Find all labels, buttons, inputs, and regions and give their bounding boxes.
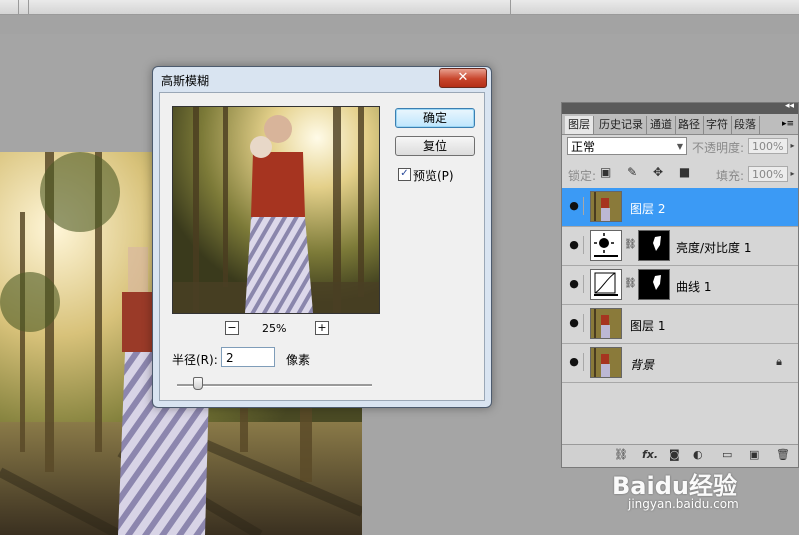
collapse-icon[interactable]: ◂◂ [785,101,794,111]
fill-arrow-icon[interactable]: ▸ [788,166,797,182]
ok-button[interactable]: 确定 [395,108,475,128]
tab-channels[interactable]: 通道 [647,116,676,134]
layer-row[interactable]: ● 图层 1 [562,305,798,344]
layer-name[interactable]: 背景 [630,356,654,373]
adjustment-icon[interactable]: ◐ [693,448,703,461]
tab-history[interactable]: 历史记录 [596,116,647,134]
chevron-down-icon: ▼ [676,142,683,151]
options-separator [28,0,29,14]
layer-mask-thumbnail [638,269,670,300]
tab-paragraph[interactable]: 段落 [731,116,760,134]
baidu-watermark-logo: Baidu经验 [612,472,737,500]
reset-button[interactable]: 复位 [395,136,475,156]
layer-row[interactable]: ● 图层 2 [562,188,798,227]
tab-paths[interactable]: 路径 [675,116,704,134]
radius-slider-thumb[interactable] [193,377,203,390]
lock-label: 锁定: [568,169,597,183]
zoom-level: 25% [262,322,287,335]
options-separator [510,0,511,14]
fill-label: 填充: [716,169,745,183]
eye-icon[interactable]: ● [565,236,584,254]
trash-icon[interactable]: 🗑︎ [776,448,790,461]
opacity-field[interactable]: 100% [748,138,788,154]
radius-input[interactable]: 2 [221,347,275,367]
layer-row[interactable]: ● ⛓ 亮度/对比度 1 [562,227,798,266]
panel-tabs: 图层 历史记录 通道 路径 字符 段落 ▸≡ [562,114,798,135]
lock-icons[interactable]: ▣ ✎ ✥ ■ [600,165,696,179]
zoom-in-button[interactable]: + [315,321,329,335]
zoom-out-button[interactable]: − [225,321,239,335]
blend-mode-select[interactable]: 正常 ▼ [567,137,687,155]
dialog-title: 高斯模糊 [161,74,210,88]
tab-character[interactable]: 字符 [703,116,732,134]
panel-footer: ⛓ fx. ◙ ◐ ▭ ▣ 🗑︎ [562,444,798,467]
tab-layers[interactable]: 图层 [565,116,594,134]
layer-thumbnail [590,308,622,339]
eye-icon[interactable]: ● [565,275,584,293]
new-layer-icon[interactable]: ▣ [749,448,759,461]
layer-name[interactable]: 图层 2 [630,200,665,217]
layer-name[interactable]: 亮度/对比度 1 [676,239,752,256]
radius-unit: 像素 [286,353,311,367]
lock-icon: 🔒︎ [776,355,782,368]
options-bar [0,0,799,15]
preview-checkbox[interactable]: ✓ [398,168,411,181]
layer-mask-thumbnail [638,230,670,261]
curves-adjustment-icon [590,269,622,300]
eye-icon[interactable]: ● [565,314,584,332]
panel-menu-icon[interactable]: ▸≡ [782,118,794,130]
radius-label: 半径(R): [172,353,218,367]
fill-field[interactable]: 100% [748,166,788,182]
watermark-url: jingyan.baidu.com [628,497,739,511]
fx-icon[interactable]: fx. [642,448,658,461]
radius-slider-track[interactable] [177,384,372,387]
blend-mode-value: 正常 [571,140,596,154]
preview-label[interactable]: 预览(P) [413,167,454,184]
layer-row[interactable]: ● 背景 🔒︎ [562,344,798,383]
options-separator [18,0,19,14]
mask-icon[interactable]: ◙ [669,448,680,461]
link-icon[interactable]: ⛓ [614,448,628,461]
dialog-titlebar[interactable]: 高斯模糊 ✕ [153,67,491,91]
link-icon[interactable]: ⛓ [624,278,637,289]
group-icon[interactable]: ▭ [722,448,732,461]
opacity-arrow-icon[interactable]: ▸ [788,138,797,154]
layer-thumbnail [590,347,622,378]
close-button[interactable]: ✕ [439,68,487,88]
layer-name[interactable]: 曲线 1 [676,278,711,295]
eye-icon[interactable]: ● [565,353,584,371]
layer-thumbnail [590,191,622,222]
layer-name[interactable]: 图层 1 [630,317,665,334]
eye-icon[interactable]: ● [565,197,584,215]
dialog-body: − 25% + 确定 复位 ✓ 预览(P) 半径(R): 2 像素 [159,92,485,401]
panel-header-bar[interactable]: ◂◂ [562,101,798,114]
opacity-label: 不透明度: [692,141,745,155]
link-icon[interactable]: ⛓ [624,239,637,250]
filter-preview-image[interactable] [172,106,380,314]
layers-panel: ◂◂ 图层 历史记录 通道 路径 字符 段落 ▸≡ 正常 ▼ 不透明度: 100… [561,101,799,468]
brightness-contrast-adjustment-icon [590,230,622,261]
layer-row[interactable]: ● ⛓ 曲线 1 [562,266,798,305]
gaussian-blur-dialog: 高斯模糊 ✕ − 25% + 确定 复位 ✓ 预览(P) 半径(R): 2 像素 [152,66,492,408]
